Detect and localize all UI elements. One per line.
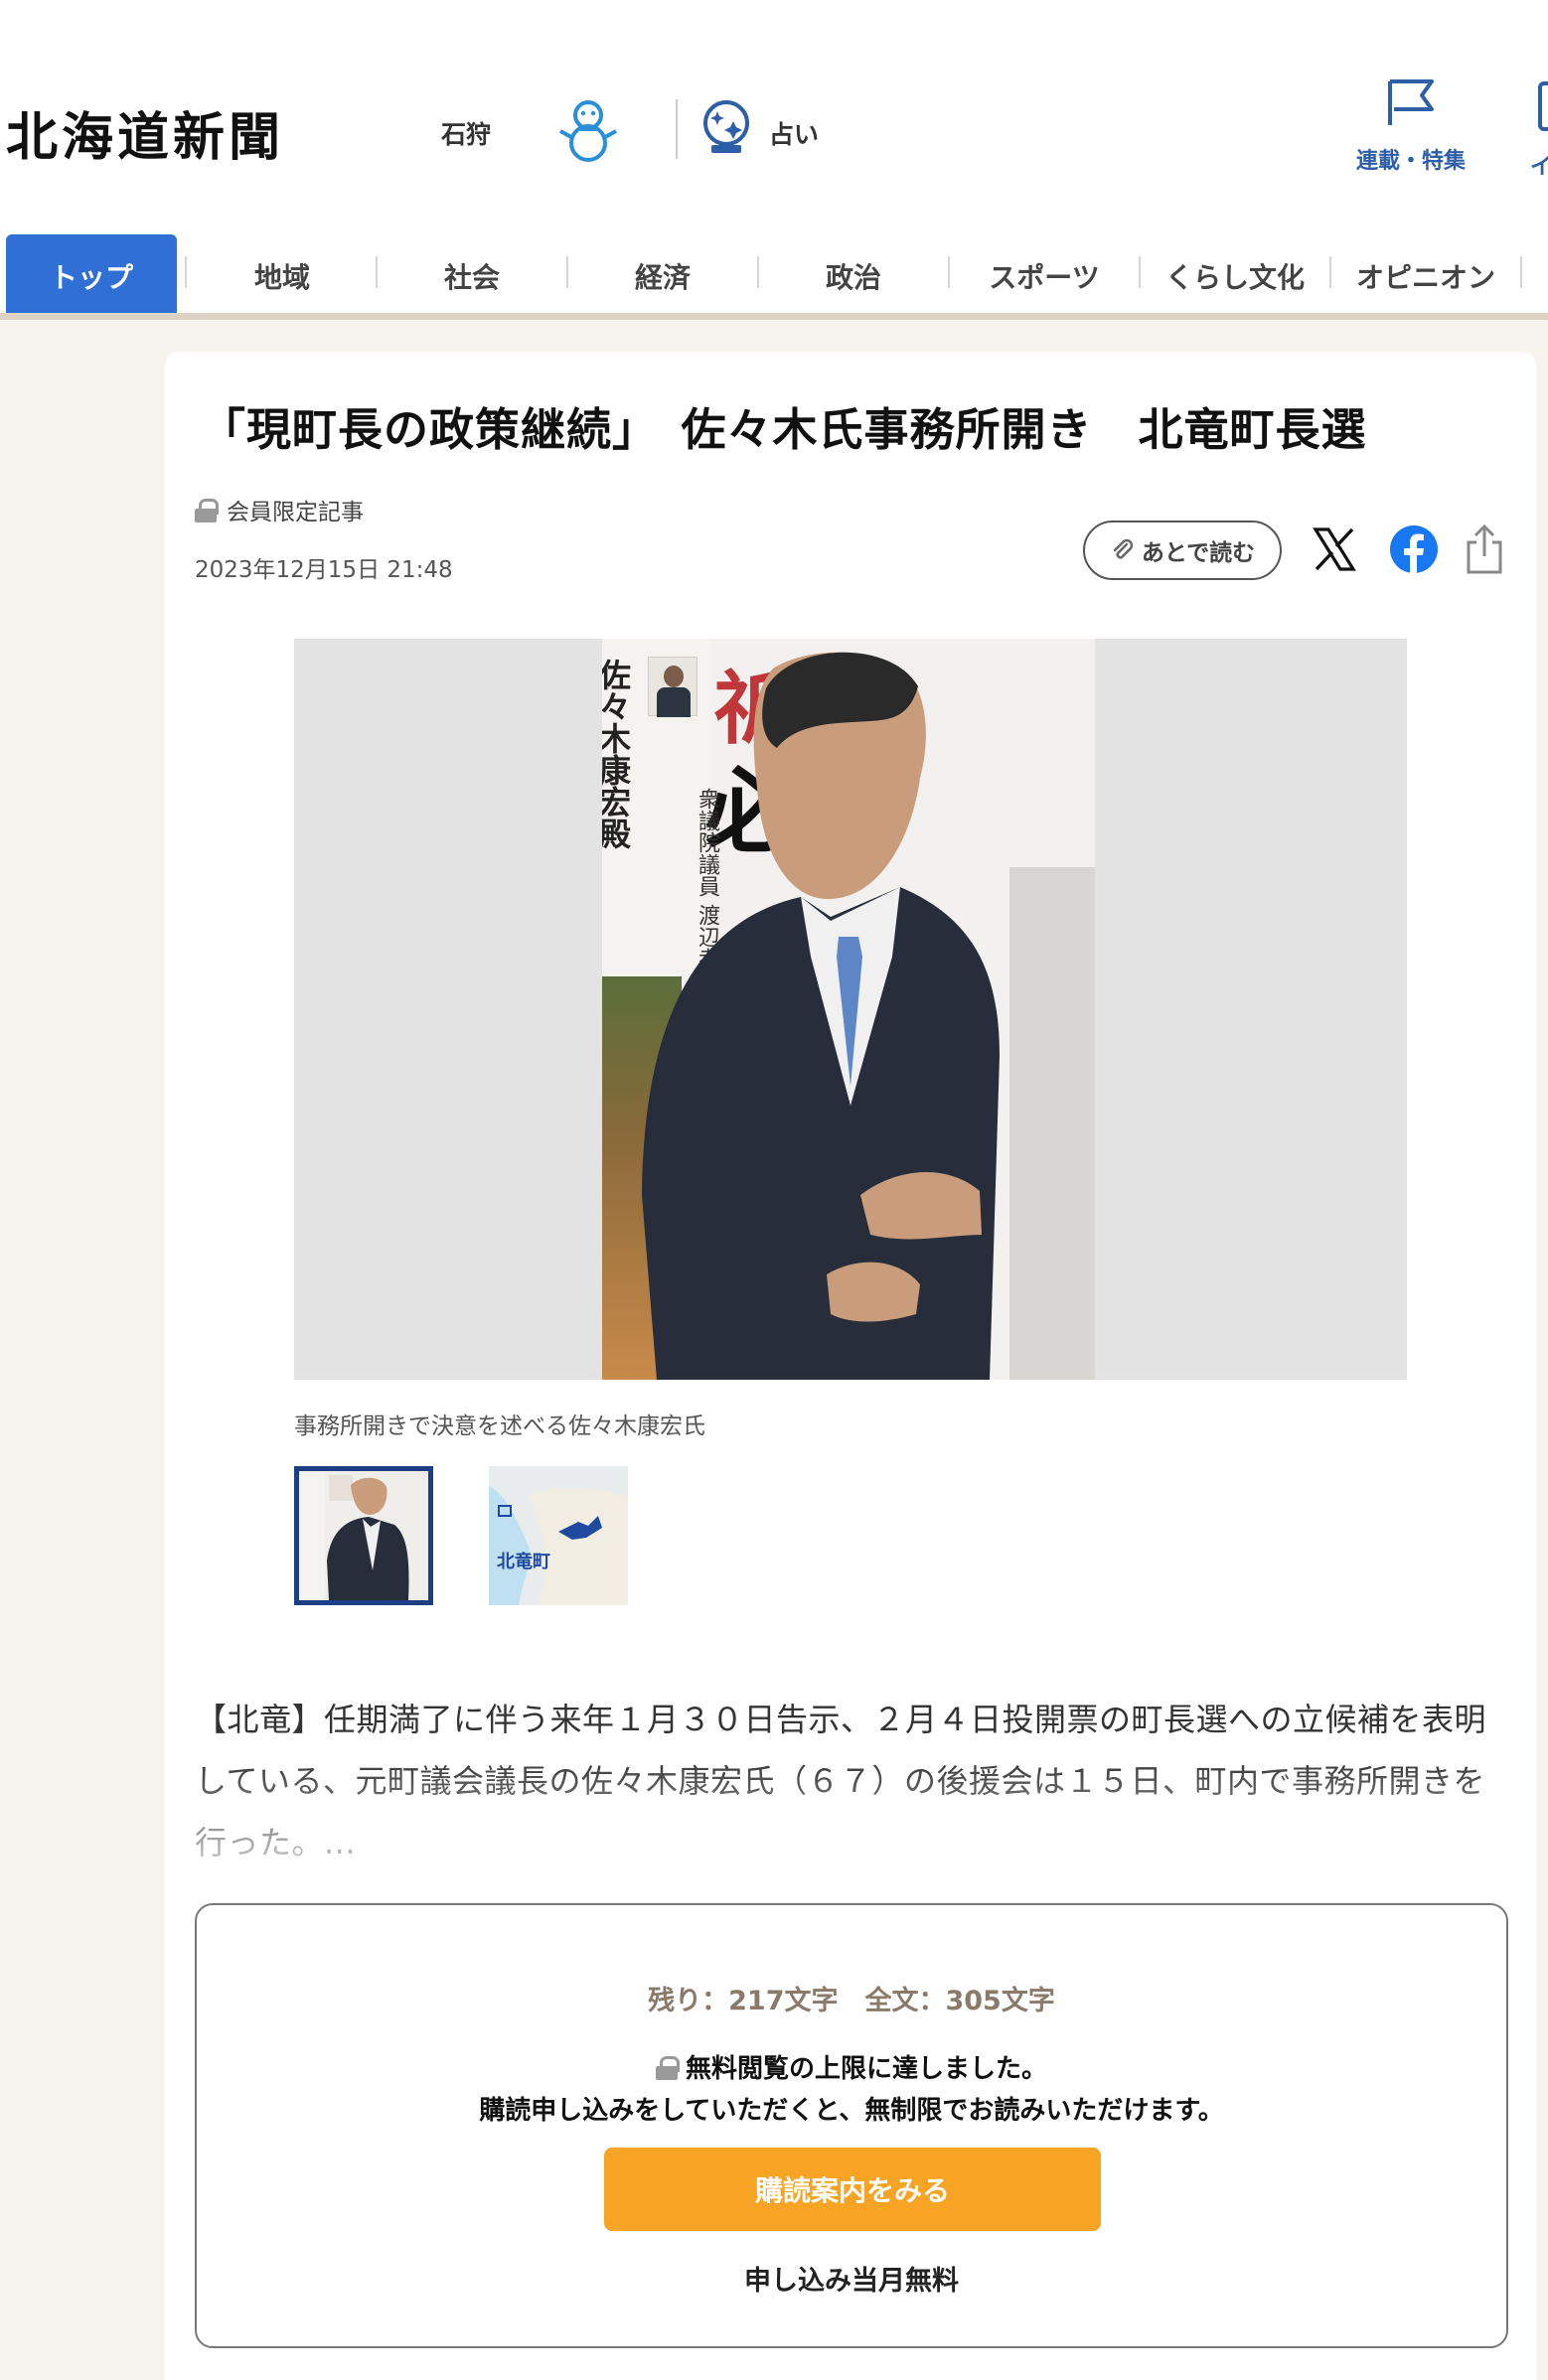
flag-icon <box>1388 79 1434 125</box>
x-share-icon[interactable] <box>1312 526 1357 572</box>
publish-date: 2023年12月15日 21:48 <box>195 557 453 583</box>
remaining-characters: 残り：217文字 全文：305文字 <box>648 1986 1055 2016</box>
body-fade <box>179 1758 1520 1867</box>
facebook-icon[interactable] <box>1389 524 1439 574</box>
tab-politics[interactable]: 政治 <box>759 234 948 318</box>
tab-society[interactable]: 社会 <box>378 234 566 318</box>
edge-menu-icon[interactable] <box>1538 81 1548 131</box>
paperclip-icon <box>1113 538 1134 559</box>
site-logo[interactable]: 北海道新聞 <box>6 95 284 170</box>
crystal-ball-icon[interactable] <box>697 97 755 159</box>
series-link[interactable]: 連載・特集 <box>1351 77 1471 175</box>
read-later-label: あとで読む <box>1141 540 1256 566</box>
thumbnail-photo-selected[interactable] <box>294 1466 433 1605</box>
free-month-note: 申し込み当月無料 <box>744 2266 959 2297</box>
member-only-label: 会員限定記事 <box>227 500 364 525</box>
main-photo[interactable]: 佐々木康宏殿 祈 必 衆議院議員 渡辺孝 <box>294 639 1407 1380</box>
tab-divider <box>185 256 187 288</box>
series-label: 連載・特集 <box>1355 149 1466 174</box>
tab-opinion[interactable]: オピニオン <box>1331 234 1520 318</box>
thumbnail-map[interactable]: 北竜町 <box>489 1466 628 1605</box>
limit-text: 無料閲覧の上限に達しました。 <box>685 2054 1047 2084</box>
fortune-link[interactable]: 占い <box>769 115 819 151</box>
article-title: 「現町長の政策継続」 佐々木氏事務所開き 北竜町長選 <box>201 403 1367 456</box>
paywall-box: 残り：217文字 全文：305文字 無料閲覧の上限に達しました。 購読申し込みを… <box>195 1903 1508 2348</box>
tab-divider <box>1520 256 1522 288</box>
map-town-label: 北竜町 <box>497 1552 550 1572</box>
limit-message: 無料閲覧の上限に達しました。 <box>197 2048 1506 2085</box>
map-graphic <box>489 1466 628 1605</box>
thumbnail-man <box>299 1471 409 1600</box>
member-only-badge: 会員限定記事 <box>195 493 364 526</box>
lock-icon <box>195 499 219 522</box>
photo-scene: 佐々木康宏殿 祈 必 衆議院議員 渡辺孝 <box>602 639 1095 1380</box>
lock-icon <box>655 2055 680 2080</box>
tab-region[interactable]: 地域 <box>189 234 376 318</box>
nav-underline <box>0 313 1548 320</box>
subscribe-note: 購読申し込みをしていただくと、無制限でお読みいただけます。 <box>479 2096 1224 2126</box>
tab-lifestyle[interactable]: くらし文化 <box>1141 234 1329 318</box>
snowman-icon[interactable] <box>556 95 620 165</box>
tab-top[interactable]: トップ <box>6 234 177 318</box>
man-silhouette <box>642 652 1000 1380</box>
share-icon[interactable] <box>1463 522 1506 576</box>
photo-caption: 事務所開きで決意を述べる佐々木康宏氏 <box>294 1413 705 1439</box>
category-nav: トップ 地域 社会 経済 政治 スポーツ くらし文化 オピニオン <box>0 234 1548 318</box>
read-later-button[interactable]: あとで読む <box>1083 521 1282 580</box>
region-selector[interactable]: 石狩 <box>441 115 491 151</box>
subscribe-button[interactable]: 購読案内をみる <box>604 2148 1101 2231</box>
header-divider <box>676 99 678 159</box>
tab-sports[interactable]: スポーツ <box>950 234 1139 318</box>
edge-menu-label[interactable]: イ <box>1530 149 1548 181</box>
tab-economy[interactable]: 経済 <box>568 234 757 318</box>
